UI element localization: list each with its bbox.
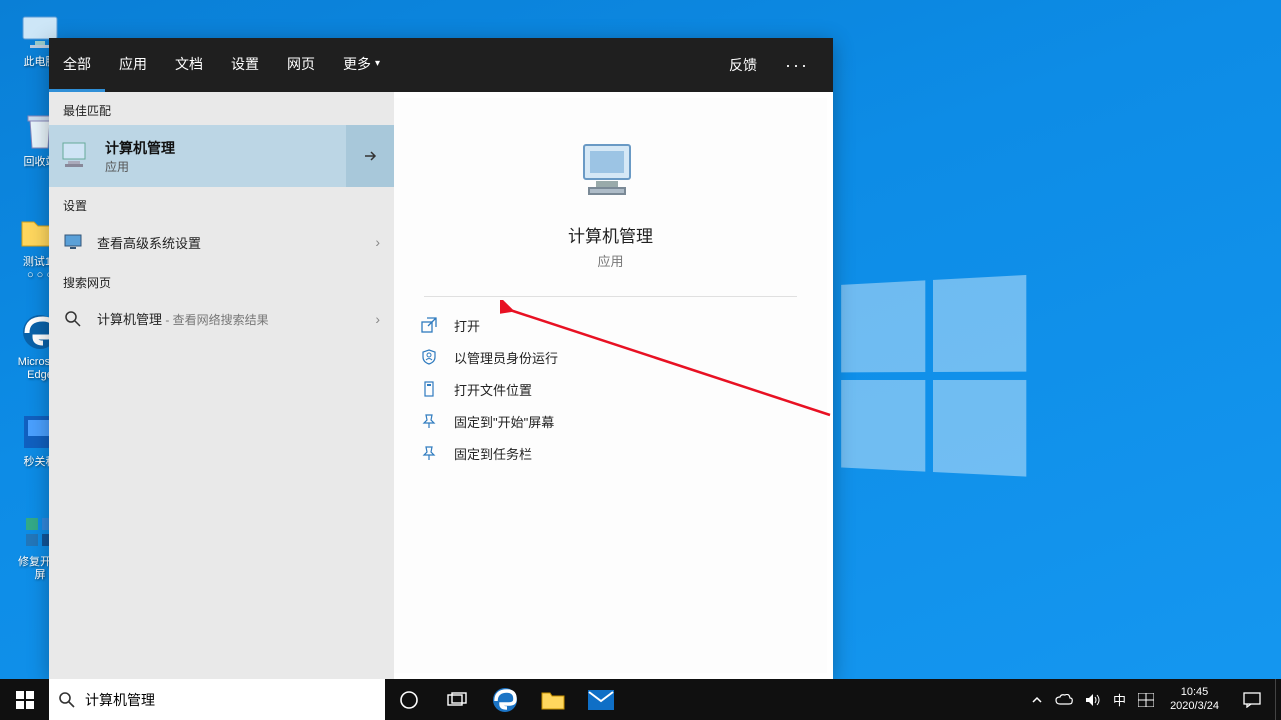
keyboard-icon	[1138, 693, 1154, 707]
search-input[interactable]	[85, 692, 375, 708]
taskbar-app-file-explorer[interactable]	[529, 679, 577, 720]
cloud-icon	[1055, 694, 1073, 706]
more-options-button[interactable]: ···	[771, 38, 823, 92]
computer-management-icon	[61, 140, 93, 172]
tab-more[interactable]: 更多 ▾	[329, 38, 394, 92]
start-button[interactable]	[0, 679, 49, 720]
action-label: 以管理员身份运行	[454, 348, 558, 367]
task-view-icon	[447, 692, 467, 708]
action-run-as-admin[interactable]: 以管理员身份运行	[412, 341, 809, 373]
result-advanced-system-settings[interactable]: 查看高级系统设置 ›	[49, 220, 394, 264]
folder-open-icon	[420, 380, 438, 398]
folder-icon	[541, 690, 565, 710]
show-desktop-button[interactable]	[1275, 679, 1281, 720]
tray-onedrive[interactable]	[1049, 679, 1079, 720]
tab-more-label: 更多	[343, 54, 371, 74]
arrow-right-icon	[362, 148, 378, 164]
chevron-right-icon: ›	[375, 234, 380, 250]
chevron-right-icon: ›	[375, 311, 380, 327]
section-header-settings: 设置	[49, 187, 394, 220]
action-label: 打开	[454, 316, 480, 335]
computer-management-large-icon	[576, 138, 646, 208]
chevron-up-icon	[1031, 694, 1043, 706]
search-results-list: 最佳匹配 计算机管理 应用 设置 查看高级系统设置 › 搜索网页	[49, 92, 394, 679]
edge-icon	[492, 687, 518, 713]
monitor-icon	[63, 232, 83, 252]
action-label: 打开文件位置	[454, 380, 532, 399]
taskbar-app-edge[interactable]	[481, 679, 529, 720]
best-match-title: 计算机管理	[105, 138, 175, 158]
windows-logo-wallpaper	[841, 275, 1035, 486]
taskbar-cortana-button[interactable]	[385, 679, 433, 720]
taskbar-search-box[interactable]	[49, 679, 385, 720]
tray-action-center[interactable]	[1229, 692, 1275, 708]
detail-title: 计算机管理	[568, 222, 653, 247]
result-label: 查看高级系统设置	[97, 233, 201, 252]
tray-ime-language[interactable]: 中	[1107, 679, 1132, 720]
divider	[424, 296, 796, 297]
tab-apps[interactable]: 应用	[105, 38, 161, 92]
result-suffix: - 查看网络搜索结果	[162, 313, 269, 327]
action-open-file-location[interactable]: 打开文件位置	[412, 373, 809, 405]
feedback-button[interactable]: 反馈	[715, 38, 771, 92]
action-label: 固定到任务栏	[454, 444, 532, 463]
notification-icon	[1243, 692, 1261, 708]
system-tray: 中 10:45 2020/3/24	[1025, 679, 1281, 720]
shield-icon	[420, 348, 438, 366]
open-icon	[420, 316, 438, 334]
tab-settings[interactable]: 设置	[217, 38, 273, 92]
section-header-best-match: 最佳匹配	[49, 92, 394, 125]
result-web-search[interactable]: 计算机管理 - 查看网络搜索结果 ›	[49, 297, 394, 341]
tray-time: 10:45	[1170, 686, 1219, 699]
search-scope-tabs: 全部 应用 文档 设置 网页 更多 ▾ 反馈 ···	[49, 38, 833, 92]
action-pin-to-taskbar[interactable]: 固定到任务栏	[412, 437, 809, 469]
tray-ime-keyboard[interactable]	[1132, 679, 1160, 720]
mail-icon	[588, 690, 614, 710]
section-header-search-web: 搜索网页	[49, 264, 394, 297]
tab-documents[interactable]: 文档	[161, 38, 217, 92]
action-pin-to-start[interactable]: 固定到"开始"屏幕	[412, 405, 809, 437]
taskbar: 中 10:45 2020/3/24	[0, 679, 1281, 720]
pin-icon	[420, 412, 438, 430]
start-search-panel: 全部 应用 文档 设置 网页 更多 ▾ 反馈 ··· 最佳匹配 计算机管理 应用 …	[49, 38, 833, 679]
pin-icon	[420, 444, 438, 462]
search-detail-pane: 计算机管理 应用 打开 以管理员身份运行 打开文件位置 固定到"开	[394, 98, 827, 673]
chevron-down-icon: ▾	[375, 58, 380, 69]
search-icon	[59, 692, 75, 708]
speaker-icon	[1085, 693, 1101, 707]
tray-overflow-button[interactable]	[1025, 679, 1049, 720]
tab-web[interactable]: 网页	[273, 38, 329, 92]
search-icon	[63, 309, 83, 329]
best-match-subtitle: 应用	[105, 158, 175, 175]
windows-logo-icon	[16, 691, 34, 709]
expand-arrow-button[interactable]	[346, 125, 394, 187]
tray-clock[interactable]: 10:45 2020/3/24	[1160, 686, 1229, 712]
tray-date: 2020/3/24	[1170, 700, 1219, 713]
tab-all[interactable]: 全部	[49, 38, 105, 92]
result-label: 计算机管理	[97, 312, 162, 327]
taskbar-task-view-button[interactable]	[433, 679, 481, 720]
action-open[interactable]: 打开	[412, 309, 809, 341]
best-match-item[interactable]: 计算机管理 应用	[49, 125, 394, 187]
cortana-icon	[399, 690, 419, 710]
tray-volume[interactable]	[1079, 679, 1107, 720]
taskbar-app-mail[interactable]	[577, 679, 625, 720]
detail-subtitle: 应用	[597, 251, 623, 270]
action-label: 固定到"开始"屏幕	[454, 412, 554, 431]
